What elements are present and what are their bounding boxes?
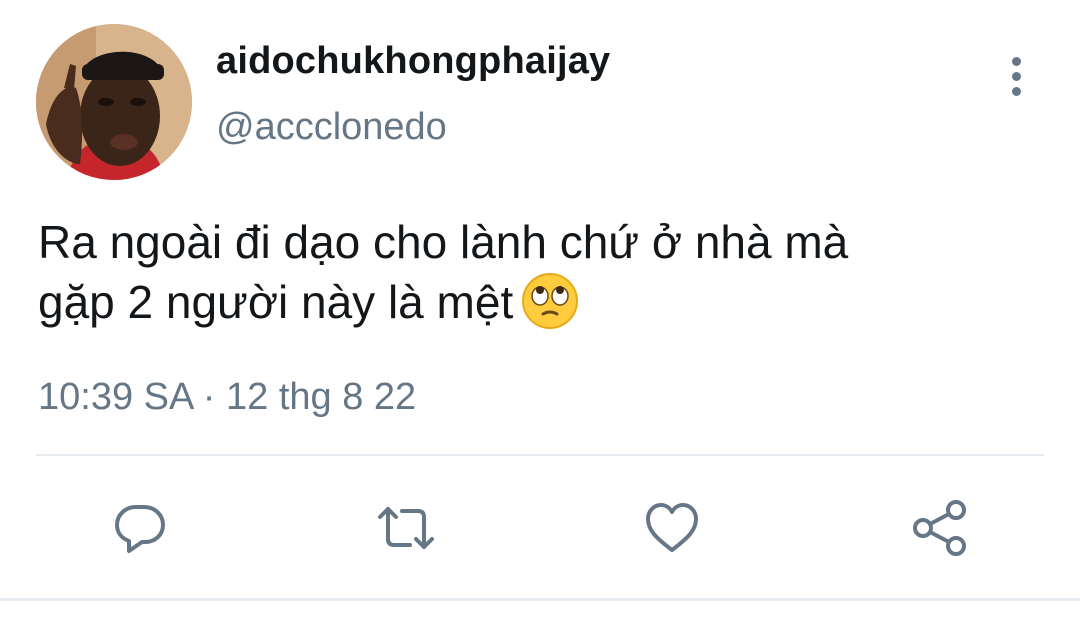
tweet-text-line: Ra ngoài đi dạo cho lành chứ ở nhà mà (38, 216, 849, 268)
tweet-card: aidochukhongphaijay @accclonedo Ra ngoài… (0, 0, 1080, 618)
tweet-text-line: gặp 2 người này là mệt (38, 276, 514, 328)
reply-icon (115, 505, 165, 553)
more-dot (1011, 56, 1021, 66)
tweet-timestamp[interactable]: 10:39 SA · 12 thg 8 22 (38, 376, 416, 419)
share-icon (913, 500, 966, 556)
heart-icon (646, 503, 698, 552)
tweet-text-line-2: gặp 2 người này là mệt (38, 272, 1038, 344)
reply-button[interactable] (108, 496, 172, 560)
divider (36, 454, 1044, 456)
like-button[interactable] (640, 496, 704, 560)
tweet-text: Ra ngoài đi dạo cho lành chứ ở nhà mà gặ… (38, 212, 1038, 344)
more-vertical-icon[interactable] (996, 52, 1036, 100)
share-button[interactable] (908, 496, 972, 560)
display-name[interactable]: aidochukhongphaijay (216, 40, 610, 83)
avatar[interactable] (36, 24, 192, 180)
face-with-rolling-eyes-icon (521, 272, 579, 344)
more-dot (1011, 71, 1021, 81)
retweet-button[interactable] (374, 496, 438, 560)
divider (0, 598, 1080, 601)
user-handle[interactable]: @accclonedo (216, 106, 447, 149)
more-dot (1011, 86, 1021, 96)
retweet-icon (378, 507, 434, 549)
profile-photo-icon (36, 24, 192, 180)
